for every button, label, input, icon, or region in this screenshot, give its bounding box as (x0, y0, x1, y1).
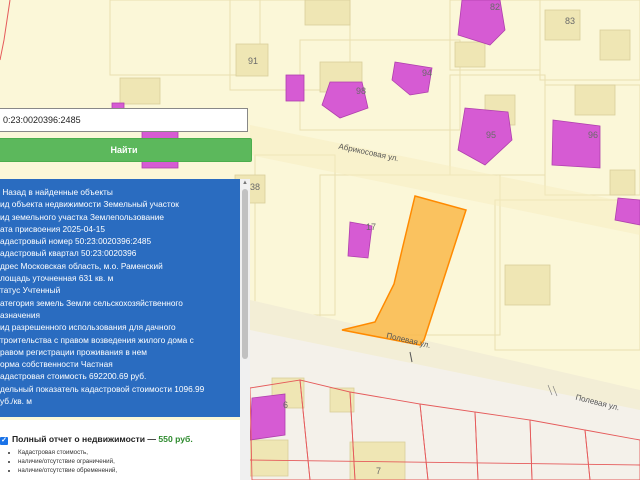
building (304, 0, 351, 26)
plot-label: 7 (376, 466, 382, 476)
panel-scrollbar[interactable]: ▲ (240, 179, 250, 480)
info-row: ид разрешенного использования для дачног… (0, 321, 240, 333)
info-key: ид объекта недвижимости (0, 199, 102, 210)
info-value: Земельный участок (103, 199, 179, 210)
info-value: Землепользование (90, 211, 165, 222)
info-value: 50:23:0020396 (81, 248, 137, 259)
building (454, 41, 486, 68)
object-info-panel: Назад в найденные объекты ид объекта нед… (0, 179, 240, 417)
find-button-label: Найти (110, 145, 138, 155)
info-key: ид земельного участка (0, 211, 88, 222)
plot-label: 96 (588, 130, 599, 140)
building (504, 264, 551, 306)
info-row: азначения (0, 309, 240, 321)
building-pink (457, 107, 513, 166)
info-row: орма собственности Частная (0, 358, 240, 370)
full-report-title[interactable]: ✓ Полный отчет о недвижимости — 550 руб. (0, 434, 193, 445)
info-key: орма собственности (0, 359, 79, 370)
info-value: 50:23:0020396:2485 (75, 236, 152, 247)
plot-label: 98 (356, 86, 367, 96)
plot-label: 95 (486, 130, 497, 140)
full-report-offer: ✓ Полный отчет о недвижимости — 550 руб. … (0, 420, 240, 480)
search-value: 0:23:0020396:2485 (3, 115, 81, 125)
cadastral-search-input[interactable]: 0:23:0020396:2485 (0, 108, 248, 132)
building-pink (249, 393, 286, 441)
info-row: лощадь уточненная 631 кв. м (0, 272, 240, 284)
info-key: ид разрешенного использования (0, 322, 127, 333)
info-key: ата присвоения (0, 223, 61, 234)
info-value: троительства с правом возведения жилого … (0, 334, 194, 345)
info-value: Земли сельскохозяйственного (66, 297, 183, 308)
building-pink (614, 197, 640, 226)
back-to-results-link[interactable]: Назад в найденные объекты (0, 186, 240, 198)
info-value: для дачного (128, 322, 176, 333)
plot-label: 6 (283, 400, 289, 410)
plot-label: 83 (565, 16, 576, 26)
info-value: равом регистрации проживания в нем (0, 346, 147, 357)
building-pink (285, 74, 305, 102)
plot-label: 17 (366, 222, 377, 232)
info-row: татус Учтенный (0, 284, 240, 296)
list-item: наличие/отсутствие ограничений, (18, 457, 117, 466)
info-row: адастровый номер 50:23:0020396:2485 (0, 235, 240, 247)
info-row: ид земельного участка Землепользование (0, 211, 240, 223)
find-button[interactable]: Найти (0, 138, 252, 162)
info-key: татус (0, 285, 21, 296)
info-value: уб./кв. м (0, 396, 32, 407)
report-features-list: Кадастровая стоимость, наличие/отсутстви… (14, 448, 117, 475)
info-value: Московская область, м.о. Раменский (20, 260, 163, 271)
info-key: дельный показатель кадастровой стоимости (0, 383, 172, 394)
info-value: Учтенный (22, 285, 61, 296)
checkbox-icon[interactable]: ✓ (0, 437, 8, 445)
info-row: дрес Московская область, м.о. Раменский (0, 260, 240, 272)
info-key: адастровый квартал (0, 248, 79, 259)
info-value: Частная (80, 359, 113, 370)
building (119, 77, 161, 105)
report-price: 550 руб. (158, 434, 193, 444)
info-key: дрес (0, 260, 19, 271)
building-pink (551, 119, 601, 169)
info-row: адастровая стоимость 692200.69 руб. (0, 370, 240, 382)
info-row: уб./кв. м (0, 395, 240, 407)
info-key: атегория земель (0, 297, 64, 308)
building-pink (391, 61, 433, 96)
info-row: атегория земель Земли сельскохозяйственн… (0, 297, 240, 309)
info-value: 1096.99 (174, 383, 205, 394)
building (249, 439, 289, 477)
info-key: адастровый номер (0, 236, 73, 247)
selected-parcel (341, 195, 467, 346)
info-value: азначения (0, 309, 40, 320)
info-row: равом регистрации проживания в нем (0, 346, 240, 358)
plot-label: 38 (250, 182, 261, 192)
info-key: лощадь уточненная (0, 273, 77, 284)
info-key: адастровая стоимость (0, 371, 87, 382)
info-value: 631 кв. м (78, 273, 114, 284)
plot-label: 91 (248, 56, 259, 66)
info-row: адастровый квартал 50:23:0020396 (0, 247, 240, 259)
plot-label: 94 (422, 68, 433, 78)
building (574, 84, 616, 116)
list-item: Кадастровая стоимость, (18, 448, 117, 457)
info-row: ид объекта недвижимости Земельный участо… (0, 198, 240, 210)
scrollbar-thumb[interactable] (242, 189, 248, 359)
list-item: наличие/отсутствие обременений, (18, 466, 117, 475)
info-rows: ид объекта недвижимости Земельный участо… (0, 198, 240, 407)
scroll-up-icon[interactable]: ▲ (242, 180, 248, 186)
info-value: 2025-04-15 (62, 223, 105, 234)
info-value: 692200.69 руб. (88, 371, 147, 382)
building (609, 169, 636, 196)
info-row: ата присвоения 2025-04-15 (0, 223, 240, 235)
building (599, 29, 631, 61)
plot-label: 82 (490, 2, 501, 12)
info-row: дельный показатель кадастровой стоимости… (0, 383, 240, 395)
info-row: троительства с правом возведения жилого … (0, 334, 240, 346)
